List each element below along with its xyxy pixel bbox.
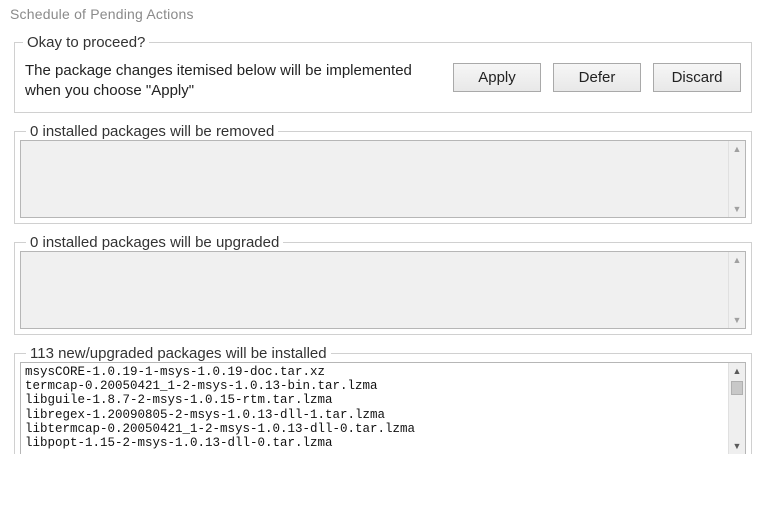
upgrade-legend: 0 installed packages will be upgraded [26,234,283,251]
install-list[interactable]: msysCORE-1.0.19-1-msys-1.0.19-doc.tar.xz… [20,362,746,454]
list-item[interactable]: libtermcap-0.20050421_1-2-msys-1.0.13-dl… [25,422,724,436]
scroll-down-icon: ▼ [733,201,742,217]
list-item[interactable]: msysCORE-1.0.19-1-msys-1.0.19-doc.tar.xz [25,365,724,379]
remove-scrollbar: ▲ ▼ [728,141,745,217]
install-group: 113 new/upgraded packages will be instal… [14,345,752,454]
scroll-up-icon: ▲ [733,252,742,268]
install-legend: 113 new/upgraded packages will be instal… [26,345,331,362]
upgrade-list-inner [21,252,728,328]
scroll-thumb[interactable] [731,381,743,395]
remove-legend: 0 installed packages will be removed [26,123,278,140]
prompt-group: Okay to proceed? The package changes ite… [14,34,752,113]
scroll-down-icon: ▼ [733,312,742,328]
upgrade-list: ▲ ▼ [20,251,746,329]
remove-list-inner [21,141,728,217]
dialog-title: Schedule of Pending Actions [0,0,766,28]
defer-button[interactable]: Defer [553,63,641,92]
list-item[interactable]: libpopt-1.15-2-msys-1.0.13-dll-0.tar.lzm… [25,436,724,450]
upgrade-scrollbar: ▲ ▼ [728,252,745,328]
prompt-body: The package changes itemised below will … [25,59,435,102]
discard-button[interactable]: Discard [653,63,741,92]
upgrade-group: 0 installed packages will be upgraded ▲ … [14,234,752,335]
install-scrollbar[interactable]: ▲ ▼ [728,363,745,454]
remove-group: 0 installed packages will be removed ▲ ▼ [14,123,752,224]
dialog-content: Okay to proceed? The package changes ite… [0,28,766,462]
list-item[interactable]: libregex-1.20090805-2-msys-1.0.13-dll-1.… [25,408,724,422]
button-row: Apply Defer Discard [453,59,741,92]
prompt-heading: Okay to proceed? [23,34,149,51]
install-list-inner: msysCORE-1.0.19-1-msys-1.0.19-doc.tar.xz… [21,363,728,454]
scroll-up-icon[interactable]: ▲ [733,363,742,379]
list-item[interactable]: termcap-0.20050421_1-2-msys-1.0.13-bin.t… [25,379,724,393]
prompt-row: The package changes itemised below will … [25,59,741,102]
remove-list: ▲ ▼ [20,140,746,218]
scroll-down-icon[interactable]: ▼ [733,438,742,454]
list-item[interactable]: libguile-1.8.7-2-msys-1.0.15-rtm.tar.lzm… [25,393,724,407]
apply-button[interactable]: Apply [453,63,541,92]
pending-actions-window: Schedule of Pending Actions Okay to proc… [0,0,766,510]
scroll-up-icon: ▲ [733,141,742,157]
